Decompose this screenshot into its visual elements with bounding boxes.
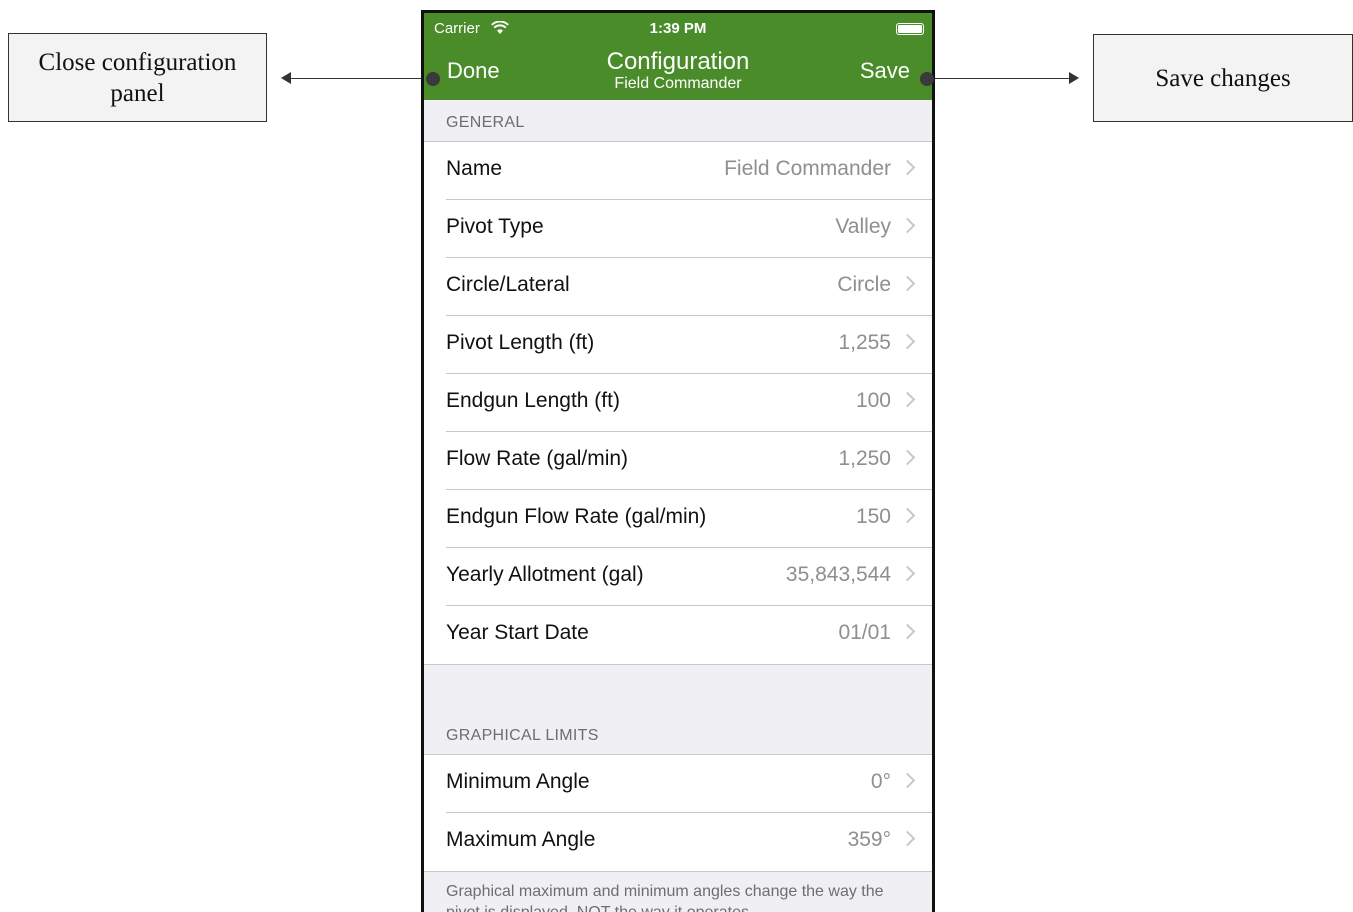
chevron-right-icon bbox=[899, 159, 916, 176]
chevron-right-icon bbox=[899, 565, 916, 582]
chevron-right-icon bbox=[899, 217, 916, 234]
done-pointer-dot bbox=[426, 72, 440, 86]
settings-row[interactable]: Flow Rate (gal/min) 1,250 bbox=[446, 432, 932, 490]
settings-row[interactable]: Endgun Length (ft) 100 bbox=[446, 374, 932, 432]
save-button[interactable]: Save bbox=[860, 58, 910, 84]
graphical-limits-list: Minimum Angle 0° Maximum Angle 359° bbox=[424, 754, 932, 872]
settings-row[interactable]: Endgun Flow Rate (gal/min) 150 bbox=[446, 490, 932, 548]
chevron-right-icon bbox=[899, 275, 916, 292]
settings-row[interactable]: Minimum Angle 0° bbox=[446, 755, 932, 813]
section-header-general: GENERAL bbox=[446, 114, 525, 131]
callout-right-text: Save changes bbox=[1155, 64, 1291, 92]
row-label: Minimum Angle bbox=[446, 770, 590, 793]
arrow-right-head bbox=[1069, 72, 1079, 84]
general-settings-list: Name Field Commander Pivot Type Valley Circl… bbox=[424, 141, 932, 665]
row-value: 1,255 bbox=[838, 331, 891, 354]
row-label: Name bbox=[446, 157, 503, 180]
row-value: 100 bbox=[855, 389, 891, 412]
row-value: 01/01 bbox=[838, 621, 891, 644]
graphical-limits-footer-note: Graphical maximum and minimum angles cha… bbox=[446, 883, 884, 912]
row-label: Year Start Date bbox=[446, 621, 589, 644]
chevron-right-icon bbox=[899, 449, 916, 466]
row-label: Maximum Angle bbox=[446, 828, 596, 851]
chevron-right-icon bbox=[899, 507, 916, 524]
settings-row[interactable]: Maximum Angle 359° bbox=[446, 813, 932, 871]
callout-left-line-2: panel bbox=[110, 79, 165, 107]
row-value: 150 bbox=[855, 505, 891, 528]
settings-row[interactable]: Pivot Type Valley bbox=[446, 200, 932, 258]
connector-right bbox=[928, 78, 1071, 79]
row-label: Endgun Length (ft) bbox=[446, 389, 620, 412]
settings-row[interactable]: Pivot Length (ft) 1,255 bbox=[446, 316, 932, 374]
nav-title: Configuration bbox=[606, 48, 750, 75]
chevron-right-icon bbox=[899, 391, 916, 408]
navigation-bar: Carrier 1:39 PM Done Configuration Field… bbox=[424, 13, 932, 100]
connector-left bbox=[290, 78, 432, 79]
row-label: Pivot Length (ft) bbox=[446, 331, 595, 354]
close-configuration-callout: Close configuration panel bbox=[8, 33, 267, 122]
row-value: 1,250 bbox=[838, 447, 891, 470]
chevron-right-icon bbox=[899, 623, 916, 640]
row-value: 359° bbox=[847, 828, 891, 851]
chevron-right-icon bbox=[899, 772, 916, 789]
row-label: Endgun Flow Rate (gal/min) bbox=[446, 505, 707, 528]
row-label: Flow Rate (gal/min) bbox=[446, 447, 629, 470]
settings-row[interactable]: Circle/Lateral Circle bbox=[446, 258, 932, 316]
settings-row[interactable]: Year Start Date 01/01 bbox=[446, 606, 932, 664]
row-value: Circle bbox=[837, 273, 891, 296]
row-value: Field Commander bbox=[724, 157, 891, 180]
row-label: Yearly Allotment (gal) bbox=[446, 563, 644, 586]
row-label: Pivot Type bbox=[446, 215, 544, 238]
phone-screen: Carrier 1:39 PM Done Configuration Field… bbox=[421, 10, 935, 912]
status-time: 1:39 PM bbox=[649, 20, 707, 37]
callout-left-line-1: Close configuration bbox=[38, 48, 237, 76]
battery-icon bbox=[896, 23, 924, 35]
settings-row[interactable]: Name Field Commander bbox=[446, 142, 932, 200]
section-header-graphical-limits: GRAPHICAL LIMITS bbox=[446, 727, 599, 744]
row-value: 35,843,544 bbox=[785, 563, 891, 586]
chevron-right-icon bbox=[899, 830, 916, 847]
row-value: Valley bbox=[835, 215, 891, 238]
row-value: 0° bbox=[870, 770, 891, 793]
nav-subtitle: Field Commander bbox=[614, 75, 742, 92]
settings-row[interactable]: Yearly Allotment (gal) 35,843,544 bbox=[446, 548, 932, 606]
save-changes-callout: Save changes bbox=[1093, 34, 1353, 122]
save-pointer-dot bbox=[920, 72, 934, 86]
row-label: Circle/Lateral bbox=[446, 273, 570, 296]
chevron-right-icon bbox=[899, 333, 916, 350]
